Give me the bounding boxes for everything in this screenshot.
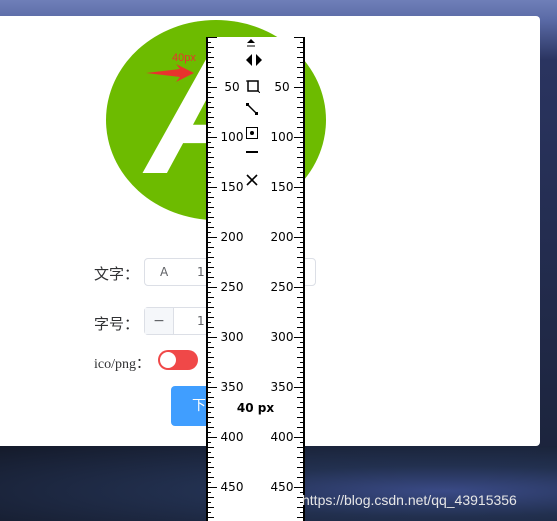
ruler-label-right: 250: [271, 280, 294, 294]
font-size-label: 字号：: [94, 317, 140, 333]
ruler-label-right: 450: [271, 480, 294, 494]
ruler-readout: 40 px: [236, 401, 275, 415]
text-input-value-2: 1: [197, 265, 205, 279]
ruler-label-right: 400: [271, 430, 294, 444]
ruler-label-right: 50: [274, 80, 289, 94]
text-input-value: A: [160, 265, 169, 279]
format-toggle[interactable]: [158, 350, 198, 370]
minus-icon[interactable]: [246, 150, 266, 168]
toggle-knob: [160, 352, 176, 368]
decrement-button[interactable]: −: [145, 308, 174, 334]
text-field-label: 文字：: [94, 267, 140, 283]
measure-arrow-icon: [146, 64, 194, 82]
crop-icon[interactable]: [246, 79, 266, 97]
flip-horizontal-icon[interactable]: [246, 54, 266, 72]
close-icon[interactable]: [246, 174, 266, 192]
font-size-value: 1: [197, 314, 205, 328]
ruler-label-left: 200: [221, 230, 244, 244]
ruler-label-right: 200: [271, 230, 294, 244]
ruler-label-right: 300: [271, 330, 294, 344]
ruler-label-left: 150: [221, 180, 244, 194]
ruler-label-right: 100: [271, 130, 294, 144]
diagonal-resize-icon[interactable]: [246, 103, 266, 121]
ruler-label-left: 350: [221, 380, 244, 394]
ruler-label-left: 450: [221, 480, 244, 494]
ruler-label-left: 250: [221, 280, 244, 294]
screen-ruler[interactable]: 50 50 100 100 150 150 200 200 250 250 300 300 350 350…: [206, 37, 305, 521]
watermark: https://blog.csdn.net/qq_43915356: [302, 492, 517, 508]
ruler-label-right: 350: [271, 380, 294, 394]
format-label: ico/png：: [94, 357, 150, 372]
ruler-label-left: 400: [221, 430, 244, 444]
center-target-icon[interactable]: [246, 127, 266, 145]
measure-label: 40px: [172, 52, 196, 64]
ruler-label-right: 150: [271, 180, 294, 194]
ruler-label-left: 50: [224, 80, 239, 94]
ruler-label-left: 100: [221, 130, 244, 144]
ruler-label-left: 300: [221, 330, 244, 344]
